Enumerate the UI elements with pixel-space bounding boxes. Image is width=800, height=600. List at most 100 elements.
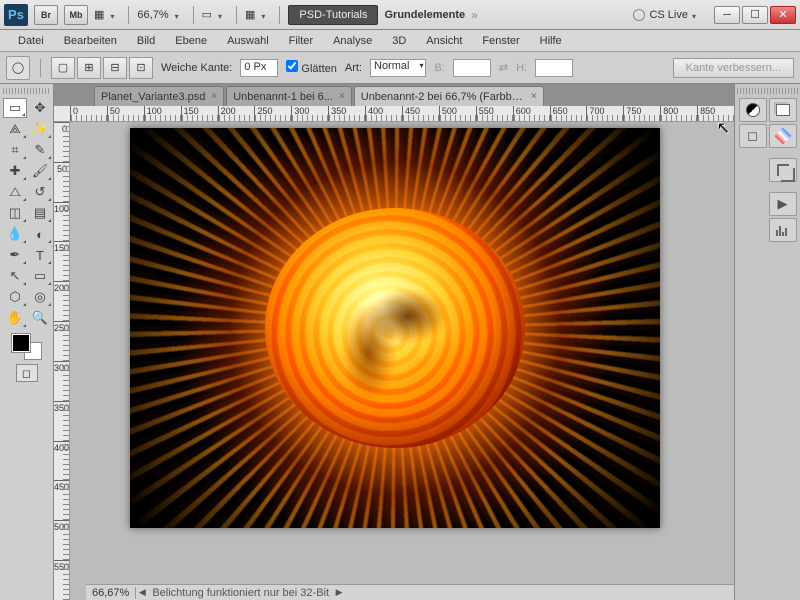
status-prev-icon[interactable]: ◀	[136, 587, 148, 598]
gradient-tool[interactable]: ▤	[28, 203, 52, 223]
dodge-tool[interactable]: ◐	[28, 224, 52, 244]
color-swatches[interactable]	[12, 334, 42, 360]
type-tool[interactable]: T	[28, 245, 52, 265]
minibridge-button[interactable]: Mb	[64, 5, 88, 25]
history-brush-tool[interactable]: ↺	[28, 182, 52, 202]
menu-auswahl[interactable]: Auswahl	[217, 33, 279, 49]
menu-datei[interactable]: Datei	[8, 33, 54, 49]
ruler-tick: 350	[328, 106, 365, 121]
maximize-button[interactable]: ☐	[742, 6, 768, 24]
bridge-button[interactable]: Br	[34, 5, 58, 25]
extras-button[interactable]: ▦	[245, 8, 271, 21]
history-panel-icon[interactable]	[769, 218, 797, 242]
sel-new-button[interactable]: ▢	[51, 57, 75, 79]
tool-palette: ▭ ✥ ⟁ ✨ ⌗ ✎ ✚ 🖌 ⧍ ↺ ◫ ▤ 💧 ◐ ✒ T ↖ ▭ ⬡ ◎ …	[0, 84, 54, 600]
swap-wh-icon: ⇄	[499, 61, 508, 74]
tab-unbenannt1[interactable]: Unbenannt-1 bei 6...×	[226, 86, 352, 106]
sel-intersect-button[interactable]: ⊡	[129, 57, 153, 79]
panel-dock-handle[interactable]	[737, 88, 798, 94]
menu-analyse[interactable]: Analyse	[323, 33, 382, 49]
menu-hilfe[interactable]: Hilfe	[530, 33, 572, 49]
title-zoom-level[interactable]: 66,7%	[137, 9, 168, 21]
current-tool-icon[interactable]: ◯	[6, 56, 30, 80]
tab-planet[interactable]: Planet_Variante3.psd×	[94, 86, 224, 106]
move-tool[interactable]: ✥	[28, 98, 52, 118]
canvas[interactable]	[130, 128, 660, 528]
sel-sub-button[interactable]: ⊟	[103, 57, 127, 79]
ruler-tick: 500	[439, 106, 476, 121]
antialias-checkbox[interactable]: Glätten	[286, 60, 337, 75]
eraser-tool[interactable]: ◫	[3, 203, 27, 223]
lasso-tool[interactable]: ⟁	[3, 119, 27, 139]
arrange-docs-button[interactable]: ▦	[94, 8, 120, 21]
masks-panel-icon[interactable]: ◻	[739, 124, 767, 148]
ruler-tick: 50	[107, 106, 144, 121]
3d-object-tool[interactable]: ⬡	[3, 287, 27, 307]
blur-tool[interactable]: 💧	[3, 224, 27, 244]
workspace-badge[interactable]: PSD-Tutorials	[288, 5, 378, 25]
refine-edge-button[interactable]: Kante verbessern...	[673, 58, 794, 78]
path-select-tool[interactable]: ↖	[3, 266, 27, 286]
ruler-tick: 400	[54, 441, 69, 481]
ruler-vertical[interactable]: 050100150200250300350400450500550	[54, 122, 70, 600]
brush-tool[interactable]: 🖌	[28, 161, 52, 181]
layers-panel-icon[interactable]	[769, 98, 797, 122]
workspace-name[interactable]: Grundelemente	[384, 9, 465, 21]
actions-panel-icon[interactable]: ▶	[769, 192, 797, 216]
ruler-tick: 0	[54, 122, 69, 162]
document-tabs: Planet_Variante3.psd× Unbenannt-1 bei 6.…	[54, 84, 734, 106]
title-bar: Ps Br Mb ▦ 66,7% ▭ ▦ PSD-Tutorials Grund…	[0, 0, 800, 30]
heal-tool[interactable]: ✚	[3, 161, 27, 181]
ruler-tick: 300	[291, 106, 328, 121]
sel-add-button[interactable]: ⊞	[77, 57, 101, 79]
ruler-tick: 700	[586, 106, 623, 121]
status-next-icon[interactable]: ▶	[333, 587, 345, 598]
tool-palette-handle[interactable]	[3, 88, 50, 94]
style-select[interactable]: Normal	[370, 59, 426, 77]
adjustments-panel-icon[interactable]	[739, 98, 767, 122]
menu-3d[interactable]: 3D	[382, 33, 416, 49]
cs-live-button[interactable]: CS Live	[633, 9, 702, 21]
close-icon[interactable]: ×	[339, 91, 345, 102]
eyedropper-tool[interactable]: ✎	[28, 140, 52, 160]
menu-bild[interactable]: Bild	[127, 33, 165, 49]
color-panel-icon[interactable]	[769, 124, 797, 148]
screen-mode-button[interactable]: ▭	[202, 8, 228, 21]
ruler-tick: 200	[54, 281, 69, 321]
menu-ansicht[interactable]: Ansicht	[416, 33, 472, 49]
close-icon[interactable]: ×	[531, 91, 537, 102]
ruler-horizontal[interactable]: 0501001502002503003504004505005506006507…	[54, 106, 734, 122]
tab-unbenannt2[interactable]: Unbenannt-2 bei 66,7% (Farbbalance 1, Eb…	[354, 86, 544, 106]
menu-bearbeiten[interactable]: Bearbeiten	[54, 33, 127, 49]
cs-live-icon	[633, 9, 645, 21]
close-icon[interactable]: ×	[211, 91, 217, 102]
canvas-viewport[interactable]: 66,67% ◀ Belichtung funktioniert nur bei…	[70, 122, 734, 600]
wand-tool[interactable]: ✨	[28, 119, 52, 139]
marquee-tool[interactable]: ▭	[3, 98, 27, 118]
ruler-tick: 450	[54, 480, 69, 520]
navigator-panel-icon[interactable]	[769, 158, 797, 182]
feather-input[interactable]: 0 Px	[240, 59, 278, 77]
quick-mask-button[interactable]: ◻	[16, 364, 38, 382]
photoshop-logo: Ps	[4, 4, 28, 26]
menu-fenster[interactable]: Fenster	[472, 33, 529, 49]
width-input	[453, 59, 491, 77]
stamp-tool[interactable]: ⧍	[3, 182, 27, 202]
foreground-color[interactable]	[12, 334, 30, 352]
3d-camera-tool[interactable]: ◎	[28, 287, 52, 307]
minimize-button[interactable]: ─	[714, 6, 740, 24]
hand-tool[interactable]: ✋	[3, 308, 27, 328]
ruler-tick: 450	[402, 106, 439, 121]
shape-tool[interactable]: ▭	[28, 266, 52, 286]
document-area: Planet_Variante3.psd× Unbenannt-1 bei 6.…	[54, 84, 734, 600]
menu-filter[interactable]: Filter	[279, 33, 323, 49]
status-bar: 66,67% ◀ Belichtung funktioniert nur bei…	[86, 584, 734, 600]
menu-ebene[interactable]: Ebene	[165, 33, 217, 49]
crop-tool[interactable]: ⌗	[3, 140, 27, 160]
status-zoom[interactable]: 66,67%	[86, 587, 136, 599]
zoom-tool[interactable]: 🔍	[28, 308, 52, 328]
workspace-more-icon[interactable]: »	[471, 8, 478, 22]
close-button[interactable]: ✕	[770, 6, 796, 24]
status-message: Belichtung funktioniert nur bei 32-Bit	[148, 587, 333, 599]
pen-tool[interactable]: ✒	[3, 245, 27, 265]
